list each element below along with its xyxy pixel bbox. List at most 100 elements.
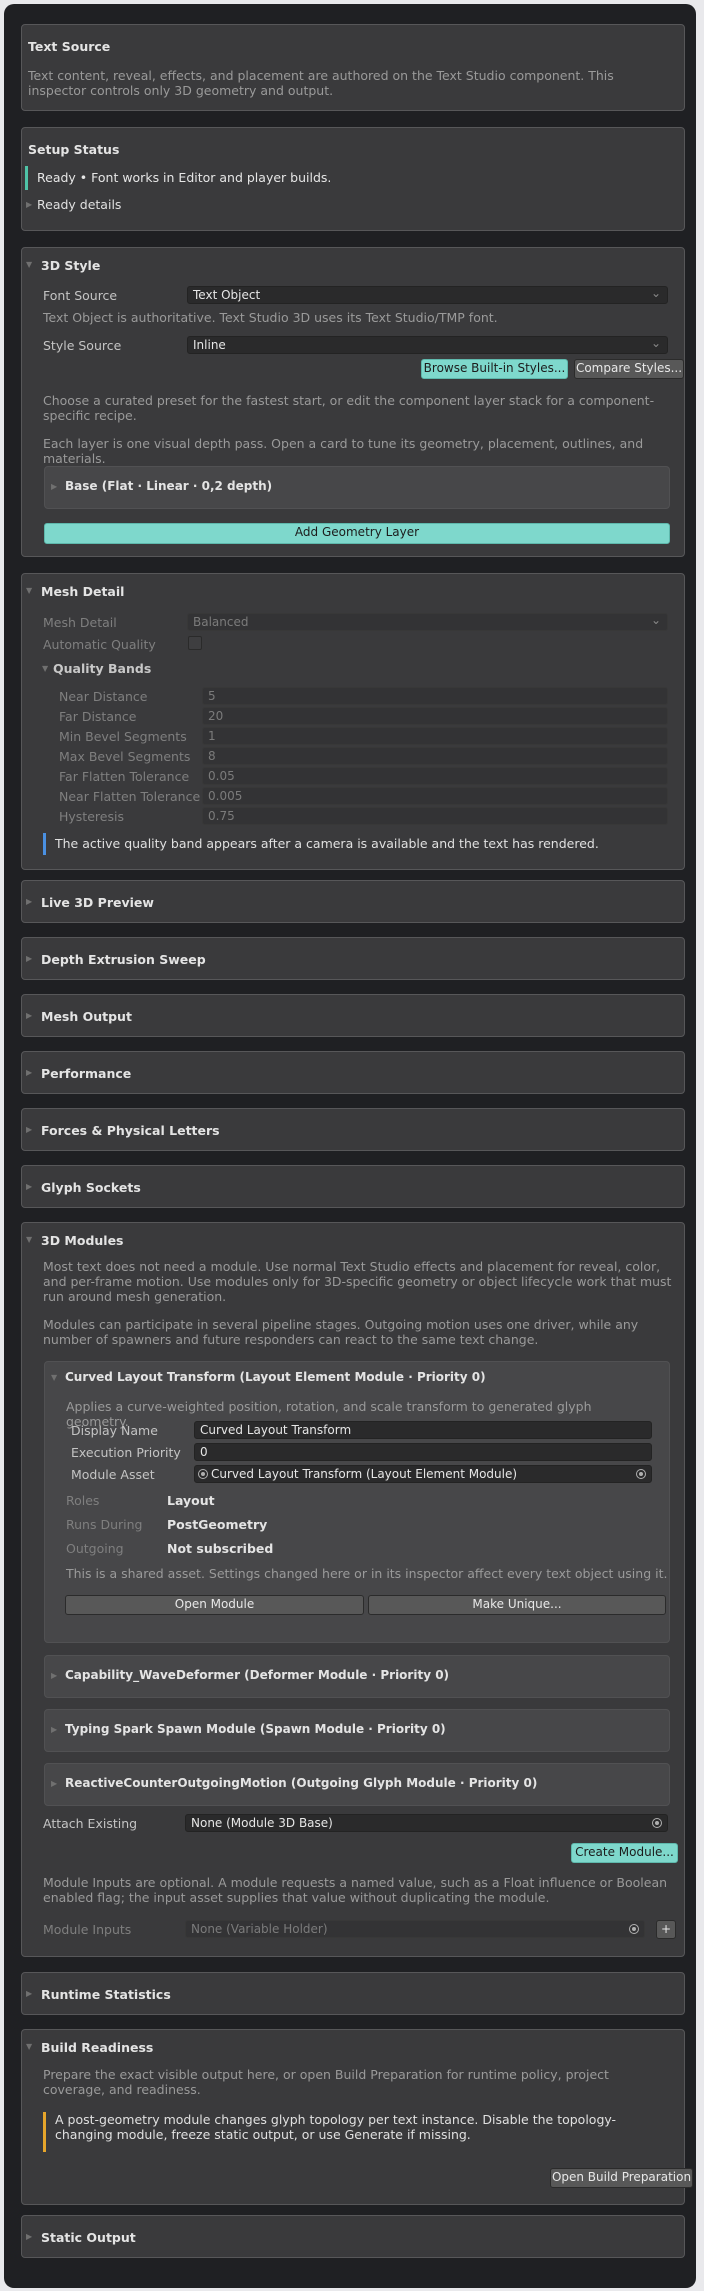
static-output-section[interactable]: ▶ Static Output xyxy=(21,2215,685,2258)
ready-details-foldout[interactable]: Ready details xyxy=(37,197,121,212)
section-title[interactable]: Depth Extrusion Sweep xyxy=(41,952,206,967)
spark-module-title[interactable]: Typing Spark Spawn Module (Spawn Module … xyxy=(65,1722,446,1736)
wave-deformer-module-card[interactable]: ▶ Capability_WaveDeformer (Deformer Modu… xyxy=(44,1655,670,1698)
reactive-module-title[interactable]: ReactiveCounterOutgoingMotion (Outgoing … xyxy=(65,1776,537,1790)
module-inputs-field[interactable]: None (Variable Holder) xyxy=(185,1920,645,1938)
outgoing-value: Not subscribed xyxy=(167,1541,274,1556)
near-flatten-tolerance-field[interactable]: 0.005 xyxy=(202,787,668,805)
mesh-detail-section: ▼ Mesh Detail Mesh Detail Balanced Autom… xyxy=(21,573,685,870)
near-flatten-tolerance-label: Near Flatten Tolerance xyxy=(59,789,201,804)
chevron-right-icon[interactable]: ▶ xyxy=(51,482,61,492)
module-inputs-label: Module Inputs xyxy=(43,1922,132,1937)
object-picker-icon[interactable] xyxy=(629,1924,639,1934)
far-flatten-tolerance-field[interactable]: 0.05 xyxy=(202,767,668,785)
build-intro: Prepare the exact visible output here, o… xyxy=(43,2067,609,2097)
chevron-right-icon[interactable]: ▶ xyxy=(26,1989,36,1999)
font-source-dropdown[interactable]: Text Object xyxy=(187,286,668,304)
quality-bands-foldout[interactable]: Quality Bands xyxy=(53,661,151,676)
chevron-down-icon[interactable]: ▼ xyxy=(26,2042,36,2052)
chevron-right-icon[interactable]: ▶ xyxy=(51,1671,61,1681)
execution-priority-field[interactable]: 0 xyxy=(194,1443,652,1461)
quality-band-note: The active quality band appears after a … xyxy=(43,833,668,855)
min-bevel-segments-label: Min Bevel Segments xyxy=(59,729,187,744)
chevron-right-icon[interactable]: ▶ xyxy=(26,954,36,964)
section-title[interactable]: Performance xyxy=(41,1066,131,1081)
reactive-counter-module-card[interactable]: ▶ ReactiveCounterOutgoingMotion (Outgoin… xyxy=(44,1763,670,1806)
mesh-detail-dropdown[interactable]: Balanced xyxy=(187,613,668,631)
open-module-button[interactable]: Open Module xyxy=(65,1595,364,1615)
glyph-sockets-section[interactable]: ▶ Glyph Sockets xyxy=(21,1165,685,1208)
base-layer-title[interactable]: Base (Flat · Linear · 0,2 depth) xyxy=(65,479,272,493)
far-flatten-tolerance-label: Far Flatten Tolerance xyxy=(59,769,190,784)
setup-status-section: Setup Status Ready • Font works in Edito… xyxy=(21,127,685,231)
max-bevel-segments-label: Max Bevel Segments xyxy=(59,749,191,764)
section-title[interactable]: 3D Style xyxy=(41,258,100,273)
display-name-label: Display Name xyxy=(71,1423,158,1438)
section-title[interactable]: 3D Modules xyxy=(41,1233,124,1248)
chevron-right-icon[interactable]: ▶ xyxy=(26,1182,36,1192)
section-title[interactable]: Mesh Output xyxy=(41,1009,132,1024)
create-module-button[interactable]: Create Module... xyxy=(571,1843,678,1863)
mesh-detail-label: Mesh Detail xyxy=(43,615,117,630)
display-name-field[interactable]: Curved Layout Transform xyxy=(194,1421,652,1439)
max-bevel-segments-field[interactable]: 8 xyxy=(202,747,668,765)
hysteresis-field[interactable]: 0.75 xyxy=(202,807,668,825)
base-layer-card[interactable]: ▶ Base (Flat · Linear · 0,2 depth) xyxy=(44,466,670,509)
section-title[interactable]: Mesh Detail xyxy=(41,584,124,599)
chevron-down-icon[interactable]: ▼ xyxy=(42,664,52,674)
hysteresis-label: Hysteresis xyxy=(59,809,124,824)
roles-label: Roles xyxy=(66,1493,100,1508)
spark-spawn-module-card[interactable]: ▶ Typing Spark Spawn Module (Spawn Modul… xyxy=(44,1709,670,1752)
object-picker-icon[interactable] xyxy=(636,1469,646,1479)
add-geometry-layer-button[interactable]: Add Geometry Layer xyxy=(44,523,670,544)
chevron-right-icon[interactable]: ▶ xyxy=(26,200,36,210)
make-unique-button[interactable]: Make Unique... xyxy=(368,1595,666,1615)
asset-type-icon xyxy=(198,1469,208,1479)
chevron-right-icon[interactable]: ▶ xyxy=(51,1725,61,1735)
attach-existing-field[interactable]: None (Module 3D Base) xyxy=(185,1814,668,1832)
forces-section[interactable]: ▶ Forces & Physical Letters xyxy=(21,1108,685,1151)
far-distance-field[interactable]: 20 xyxy=(202,707,668,725)
compare-styles-button[interactable]: Compare Styles... xyxy=(574,359,684,379)
performance-section[interactable]: ▶ Performance xyxy=(21,1051,685,1094)
chevron-down-icon[interactable]: ▼ xyxy=(26,260,36,270)
modules-pipeline-note: Modules can participate in several pipel… xyxy=(43,1317,639,1347)
mesh-output-section[interactable]: ▶ Mesh Output xyxy=(21,994,685,1037)
runtime-stats-section[interactable]: ▶ Runtime Statistics xyxy=(21,1972,685,2015)
chevron-down-icon[interactable]: ▼ xyxy=(26,1235,36,1245)
chevron-right-icon[interactable]: ▶ xyxy=(26,1068,36,1078)
add-module-input-button[interactable]: + xyxy=(656,1920,676,1939)
far-distance-label: Far Distance xyxy=(59,709,137,724)
section-title[interactable]: Runtime Statistics xyxy=(41,1987,171,2002)
live-preview-section[interactable]: ▶ Live 3D Preview xyxy=(21,880,685,923)
section-title[interactable]: Build Readiness xyxy=(41,2040,153,2055)
chevron-right-icon[interactable]: ▶ xyxy=(26,2232,36,2242)
style-source-dropdown[interactable]: Inline xyxy=(187,336,668,354)
module-asset-field[interactable]: Curved Layout Transform (Layout Element … xyxy=(194,1465,652,1483)
min-bevel-segments-field[interactable]: 1 xyxy=(202,727,668,745)
wave-module-title[interactable]: Capability_WaveDeformer (Deformer Module… xyxy=(65,1668,449,1682)
chevron-right-icon[interactable]: ▶ xyxy=(26,897,36,907)
object-picker-icon[interactable] xyxy=(652,1818,662,1828)
style-section: ▼ 3D Style Font Source Text Object Text … xyxy=(21,247,685,557)
build-readiness-section: ▼ Build Readiness Prepare the exact visi… xyxy=(21,2029,693,2205)
automatic-quality-checkbox[interactable] xyxy=(188,636,202,650)
chevron-right-icon[interactable]: ▶ xyxy=(26,1125,36,1135)
section-title[interactable]: Static Output xyxy=(41,2230,136,2245)
section-title[interactable]: Forces & Physical Letters xyxy=(41,1123,220,1138)
chevron-down-icon[interactable]: ▼ xyxy=(26,586,36,596)
chevron-right-icon[interactable]: ▶ xyxy=(51,1779,61,1789)
near-distance-field[interactable]: 5 xyxy=(202,687,668,705)
chevron-right-icon[interactable]: ▶ xyxy=(26,1011,36,1021)
open-build-preparation-button[interactable]: Open Build Preparation xyxy=(550,2168,693,2188)
section-title[interactable]: Glyph Sockets xyxy=(41,1180,141,1195)
attach-existing-label: Attach Existing xyxy=(43,1816,138,1831)
chevron-down-icon[interactable]: ▼ xyxy=(51,1373,61,1383)
curved-module-title[interactable]: Curved Layout Transform (Layout Element … xyxy=(65,1370,486,1384)
browse-styles-button[interactable]: Browse Built-in Styles... xyxy=(421,359,568,379)
curved-layout-module-card: ▼ Curved Layout Transform (Layout Elemen… xyxy=(44,1361,670,1643)
inspector-panel: Text Source Text content, reveal, effect… xyxy=(4,4,696,2288)
depth-sweep-section[interactable]: ▶ Depth Extrusion Sweep xyxy=(21,937,685,980)
text-source-description: Text content, reveal, effects, and place… xyxy=(28,68,614,98)
section-title[interactable]: Live 3D Preview xyxy=(41,895,154,910)
